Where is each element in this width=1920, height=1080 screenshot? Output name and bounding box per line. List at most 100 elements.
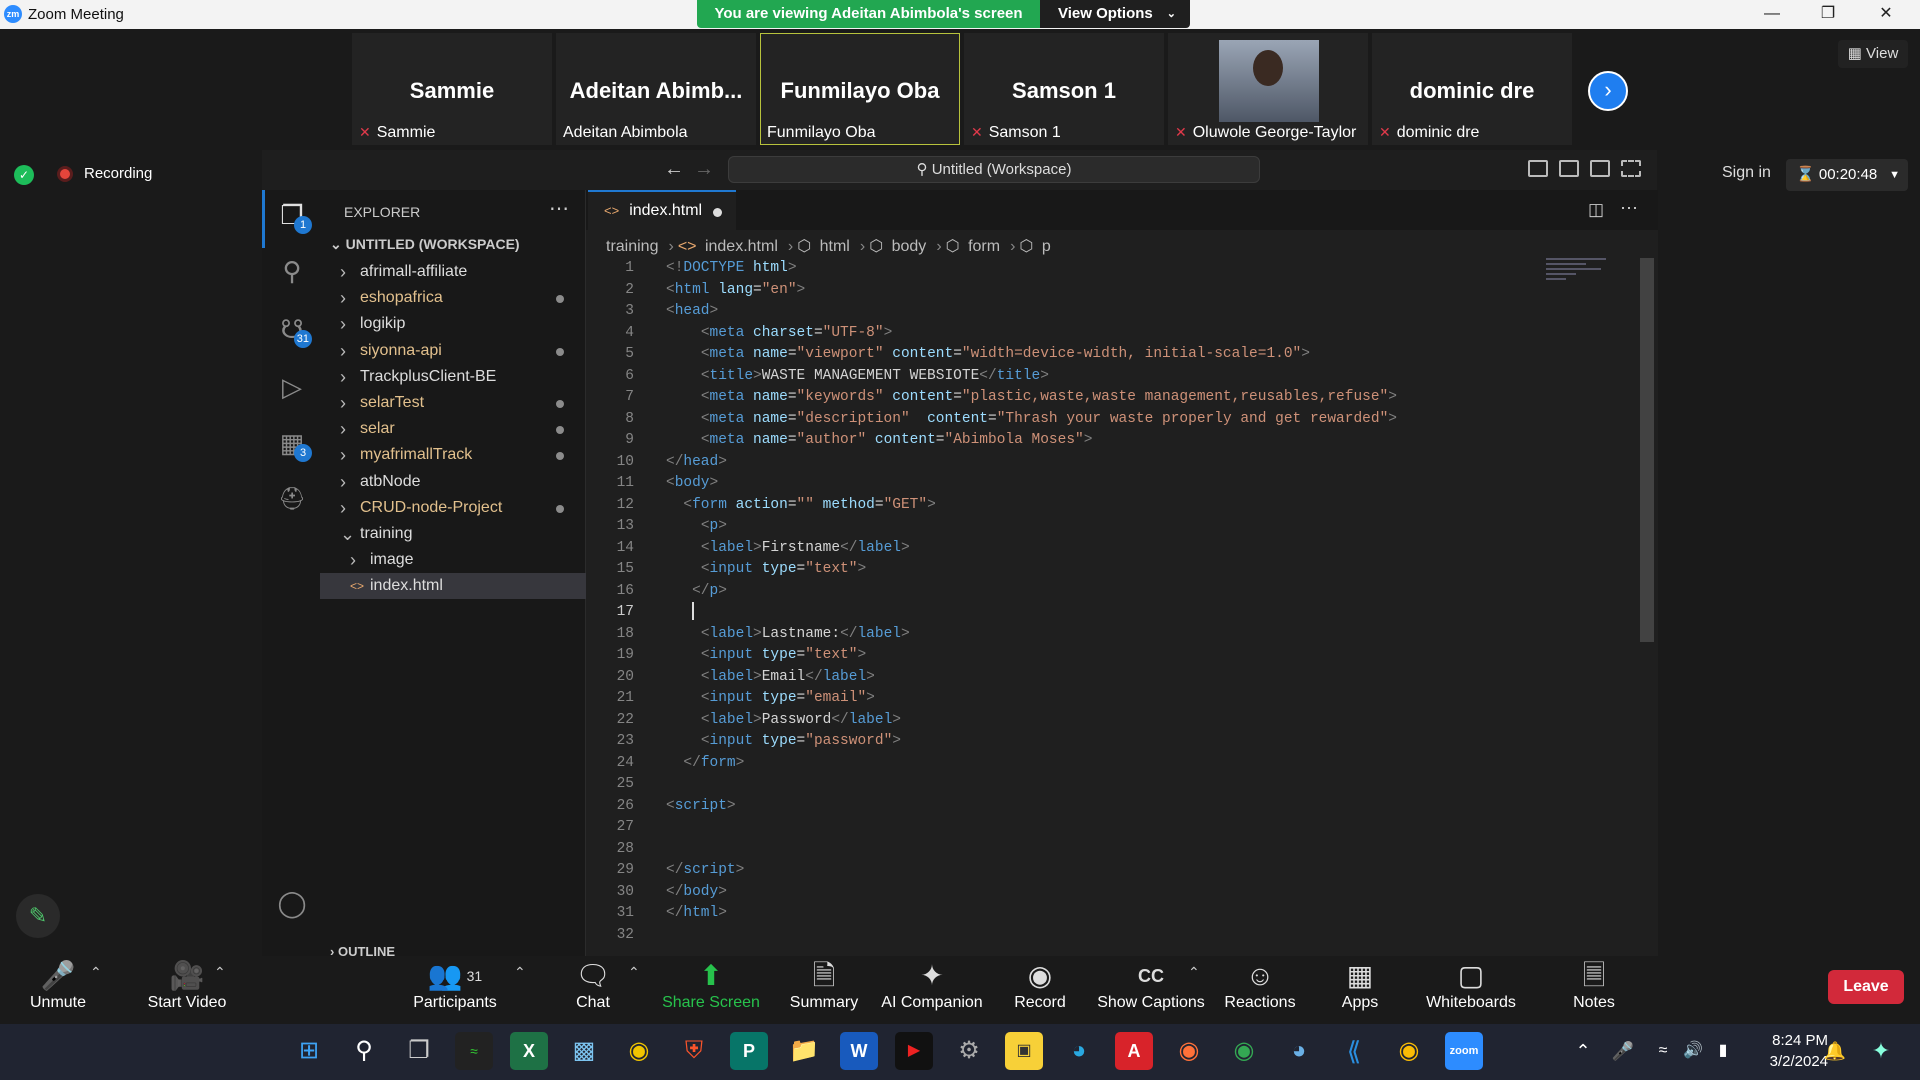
view-options-button[interactable]: View Options ⌄ xyxy=(1040,0,1190,28)
code-line[interactable]: 15 <input type="text"> xyxy=(606,559,1636,581)
tray-expand-icon[interactable]: ⌃ xyxy=(1564,1032,1602,1070)
code-line[interactable]: 30 </body> xyxy=(606,882,1636,904)
tree-file-item[interactable]: <> index.html xyxy=(320,573,586,600)
extensions-icon[interactable]: ▦ 3 xyxy=(272,428,312,464)
code-line[interactable]: 2 <html lang="en"> xyxy=(606,280,1636,302)
code-line[interactable]: 25 xyxy=(606,774,1636,796)
whiteboards-button[interactable]: ▢ Whiteboards xyxy=(1420,958,1522,1022)
reactions-button[interactable]: ☺ Reactions xyxy=(1218,958,1302,1022)
close-button[interactable]: ✕ xyxy=(1866,3,1906,25)
tree-folder-item[interactable]: ⌄ training xyxy=(320,521,586,547)
participant-tile[interactable]: ✕ Oluwole George-Taylor xyxy=(1168,33,1368,145)
tree-folder-item[interactable]: › image xyxy=(320,547,586,573)
security-shield-icon[interactable]: ✓ xyxy=(14,165,34,185)
participant-tile[interactable]: dominic dre ✕ dominic dre xyxy=(1372,33,1572,145)
code-line[interactable]: 31 </html> xyxy=(606,903,1636,925)
copilot-icon[interactable]: ✦ xyxy=(1862,1032,1900,1070)
code-line[interactable]: 4 <meta charset="UTF-8"> xyxy=(606,323,1636,345)
zoom-taskbar-icon[interactable]: zoom xyxy=(1445,1032,1483,1070)
file-explorer-icon[interactable]: 📁 xyxy=(785,1032,823,1070)
view-button[interactable]: ▦ View xyxy=(1838,40,1908,68)
workspace-header[interactable]: ⌄ UNTITLED (WORKSPACE) xyxy=(330,236,520,253)
restore-button[interactable]: ❐ xyxy=(1808,3,1848,25)
meeting-timer[interactable]: ⌛ 00:20:48 ▼ xyxy=(1786,159,1908,191)
toggle-secondary-sidebar-icon[interactable] xyxy=(1590,160,1610,177)
annotate-pencil-icon[interactable]: ✎ xyxy=(16,894,60,938)
media-app-icon[interactable]: ▶ xyxy=(895,1032,933,1070)
participant-tile[interactable]: Funmilayo Oba Funmilayo Oba xyxy=(760,33,960,145)
control-panel-icon[interactable]: ▩ xyxy=(565,1032,603,1070)
code-line[interactable]: 16 </p> xyxy=(606,581,1636,603)
chrome-profile-icon[interactable]: ◉ xyxy=(1225,1032,1263,1070)
code-line[interactable]: 26 <script> xyxy=(606,796,1636,818)
code-line[interactable]: 22 <label>Password</label> xyxy=(606,710,1636,732)
editor-scrollbar[interactable] xyxy=(1640,258,1654,642)
minimap[interactable] xyxy=(1546,258,1616,318)
code-line[interactable]: 28 xyxy=(606,839,1636,861)
brave-icon[interactable]: ⛨ xyxy=(675,1032,713,1070)
publisher-icon[interactable]: P xyxy=(730,1032,768,1070)
unsaved-dot-icon[interactable] xyxy=(713,208,722,217)
explorer-icon[interactable]: ❐ 1 xyxy=(272,200,312,236)
tree-folder-item[interactable]: › afrimall-affiliate xyxy=(320,259,586,285)
firefox-icon[interactable]: ◉ xyxy=(1170,1032,1208,1070)
chrome-icon[interactable]: ◉ xyxy=(620,1032,658,1070)
split-editor-icon[interactable]: ◫ xyxy=(1588,200,1604,220)
leave-button[interactable]: Leave xyxy=(1828,970,1904,1004)
search-icon[interactable]: ⚲ xyxy=(272,256,312,292)
video-options-caret[interactable]: ⌃ xyxy=(214,964,226,981)
tab-index-html[interactable]: <> index.html xyxy=(588,190,736,230)
chrome-alt-icon[interactable]: ◉ xyxy=(1390,1032,1428,1070)
acrobat-icon[interactable]: A xyxy=(1115,1032,1153,1070)
chat-button[interactable]: 🗨 Chat xyxy=(560,958,626,1022)
code-line[interactable]: 11 <body> xyxy=(606,473,1636,495)
summary-button[interactable]: 🗎 Summary xyxy=(782,958,866,1022)
notes-button[interactable]: 🗏 Notes xyxy=(1564,958,1624,1022)
participants-button[interactable]: 👥 31 Participants xyxy=(400,958,510,1022)
participant-tile[interactable]: Samson 1 ✕ Samson 1 xyxy=(964,33,1164,145)
record-button[interactable]: ◉ Record xyxy=(1004,958,1076,1022)
code-line[interactable]: 14 <label>Firstname</label> xyxy=(606,538,1636,560)
back-arrow-icon[interactable]: ← xyxy=(664,158,684,181)
code-line[interactable]: 20 <label>Email</label> xyxy=(606,667,1636,689)
docker-icon[interactable]: ⛑ xyxy=(272,486,312,522)
source-control-icon[interactable]: ☋ 31 xyxy=(272,314,312,350)
unmute-button[interactable]: 🎤 Unmute xyxy=(18,958,98,1022)
code-line[interactable]: 10 </head> xyxy=(606,452,1636,474)
forward-arrow-icon[interactable]: → xyxy=(694,158,714,181)
editor-more-icon[interactable]: ⋯ xyxy=(1620,198,1638,219)
command-center-search[interactable]: ⚲ Untitled (Workspace) xyxy=(728,156,1260,183)
tree-folder-item[interactable]: › TrackplusClient-BE xyxy=(320,364,586,390)
code-line[interactable]: 3 <head> xyxy=(606,301,1636,323)
toggle-sidebar-icon[interactable] xyxy=(1528,160,1548,177)
share-screen-button[interactable]: ⬆ Share Screen xyxy=(660,958,762,1022)
code-line[interactable]: 1 <!DOCTYPE html> xyxy=(606,258,1636,280)
tree-folder-item[interactable]: › selar xyxy=(320,416,586,442)
sign-in-link[interactable]: Sign in xyxy=(1722,164,1771,182)
tree-folder-item[interactable]: › selarTest xyxy=(320,390,586,416)
code-editor[interactable]: 1 <!DOCTYPE html> 2 <html lang="en"> 3 <head>… xyxy=(606,258,1636,946)
more-actions-icon[interactable]: ⋯ xyxy=(549,196,569,221)
code-line[interactable]: 13 <p> xyxy=(606,516,1636,538)
windows-start-icon[interactable]: ⊞ xyxy=(290,1032,328,1070)
vscode-icon[interactable]: ⟪ xyxy=(1335,1032,1373,1070)
tree-folder-item[interactable]: › siyonna-api xyxy=(320,338,586,364)
excel-icon[interactable]: X xyxy=(510,1032,548,1070)
microphone-icon[interactable]: 🎤 xyxy=(1604,1032,1642,1070)
breadcrumb-item[interactable]: p xyxy=(1042,238,1051,255)
ai-companion-button[interactable]: ✦ AI Companion xyxy=(880,958,984,1022)
browser-app-icon[interactable]: ◕ xyxy=(1280,1032,1318,1070)
battery-icon[interactable]: ▮ xyxy=(1704,1032,1742,1070)
account-icon[interactable]: ◯ xyxy=(272,888,312,924)
apps-button[interactable]: ▦ Apps xyxy=(1330,958,1390,1022)
code-line[interactable]: 17 xyxy=(606,602,1636,624)
breadcrumb-item[interactable]: form xyxy=(968,238,1000,255)
breadcrumb-item[interactable]: body xyxy=(892,238,927,255)
code-line[interactable]: 27 xyxy=(606,817,1636,839)
word-icon[interactable]: W xyxy=(840,1032,878,1070)
next-page-button[interactable]: › xyxy=(1588,71,1628,111)
code-line[interactable]: 29 </script> xyxy=(606,860,1636,882)
code-line[interactable]: 12 <form action="" method="GET"> xyxy=(606,495,1636,517)
recording-label[interactable]: Recording xyxy=(84,165,152,182)
code-line[interactable]: 21 <input type="email"> xyxy=(606,688,1636,710)
